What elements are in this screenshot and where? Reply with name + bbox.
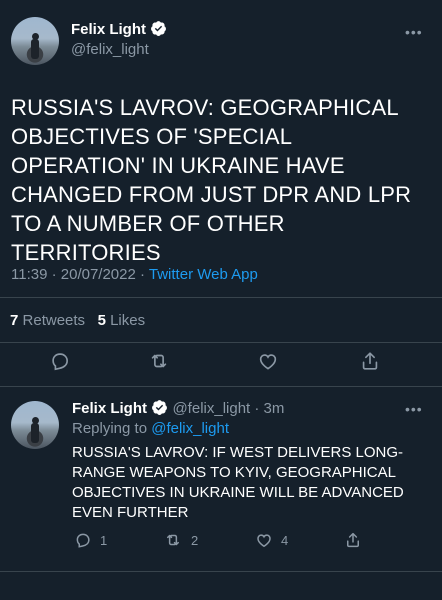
reply-author-avatar[interactable] [11, 401, 59, 449]
more-icon[interactable]: ••• [405, 24, 423, 40]
reply-reply-button[interactable]: 1 [74, 531, 107, 549]
more-icon[interactable]: ••• [405, 401, 423, 417]
share-button[interactable] [359, 350, 381, 372]
like-icon [259, 354, 277, 370]
tweet-text: RUSSIA'S LAVROV: GEOGRAPHICAL OBJECTIVES… [11, 95, 412, 265]
reply-header: Felix Light @felix_light · 3m [72, 399, 284, 418]
retweets-stat[interactable]: 7 Retweets [10, 312, 85, 329]
like-button[interactable] [257, 350, 279, 372]
retweets-count: 7 [10, 312, 19, 329]
verified-badge-icon [152, 400, 167, 415]
divider [0, 571, 442, 572]
tweet-source-link[interactable]: Twitter Web App [149, 266, 258, 283]
reply-count: 1 [100, 532, 108, 548]
reply-author-handle-time[interactable]: @felix_light · 3m [172, 400, 284, 417]
like-count: 4 [281, 532, 289, 548]
author-avatar[interactable] [11, 17, 59, 65]
retweet-button[interactable] [147, 350, 171, 372]
retweets-label: Retweets [22, 312, 86, 329]
verified-badge-icon [151, 21, 166, 36]
reply-button[interactable] [49, 350, 71, 372]
reply-text: RUSSIA'S LAVROV: IF WEST DELIVERS LONG-R… [72, 444, 404, 521]
replying-to-handle[interactable]: @felix_light [151, 420, 229, 437]
divider [0, 386, 442, 387]
replying-to: Replying to @felix_light [72, 420, 229, 437]
likes-stat[interactable]: 5 Likes [98, 312, 146, 329]
author-handle[interactable]: @felix_light [71, 41, 149, 58]
reply-share-button[interactable] [344, 531, 362, 554]
likes-label: Likes [110, 312, 146, 329]
reply-icon [76, 533, 90, 548]
retweet-icon [151, 354, 167, 368]
tweet-timestamp[interactable]: 11:39 · 20/07/2022 · [11, 266, 149, 283]
reply-like-button[interactable]: 4 [255, 531, 288, 549]
reply-author-name[interactable]: Felix Light [72, 400, 147, 417]
reply-retweet-button[interactable]: 2 [163, 531, 198, 549]
like-icon [257, 534, 271, 548]
retweet-count: 2 [191, 532, 199, 548]
share-icon [347, 532, 359, 548]
reply-icon [52, 353, 68, 371]
retweet-icon [167, 534, 179, 546]
likes-count: 5 [97, 312, 106, 329]
tweet-stats: 7 Retweets 5 Likes [10, 312, 145, 329]
share-icon [362, 352, 378, 370]
divider [0, 342, 442, 343]
author-name-row[interactable]: Felix Light [71, 20, 167, 39]
replying-to-label: Replying to [72, 420, 152, 437]
author-name[interactable]: Felix Light [71, 21, 146, 38]
tweet-meta: 11:39 · 20/07/2022 · Twitter Web App [11, 266, 258, 283]
divider [0, 297, 442, 298]
